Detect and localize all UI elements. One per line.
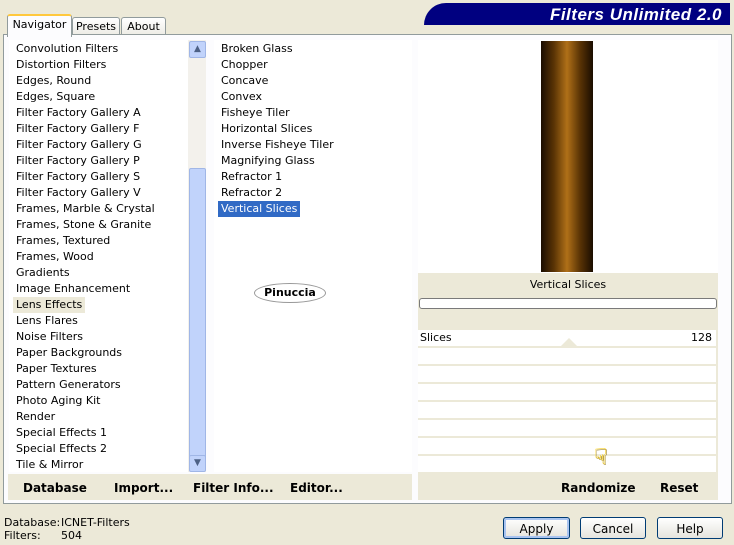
- preview-area: [418, 40, 718, 273]
- filter-item[interactable]: Chopper: [218, 57, 271, 73]
- param-row-empty: [418, 384, 716, 400]
- category-item[interactable]: Filter Factory Gallery F: [13, 121, 142, 137]
- param-label: Slices: [420, 331, 452, 344]
- filter-info-button[interactable]: Filter Info...: [193, 481, 274, 495]
- filter-item[interactable]: Concave: [218, 73, 271, 89]
- status-database-label: Database:: [4, 516, 61, 529]
- category-item[interactable]: Frames, Marble & Crystal: [13, 201, 158, 217]
- param-value: 128: [691, 331, 712, 344]
- filter-item[interactable]: Inverse Fisheye Tiler: [218, 137, 337, 153]
- category-item[interactable]: Special Effects 1: [13, 425, 110, 441]
- category-scrollbar[interactable]: ▲ ▼: [188, 40, 206, 472]
- filter-item[interactable]: Fisheye Tiler: [218, 105, 293, 121]
- filter-item[interactable]: Vertical Slices: [218, 201, 301, 217]
- scroll-up-icon[interactable]: ▲: [189, 41, 206, 58]
- category-item[interactable]: Lens Flares: [13, 313, 81, 329]
- preview-filter-name: Vertical Slices: [529, 278, 607, 291]
- param-row-empty: [418, 420, 716, 436]
- help-button[interactable]: Help: [657, 517, 723, 539]
- status-filters-label: Filters:: [4, 529, 41, 542]
- category-item[interactable]: Photo Aging Kit: [13, 393, 103, 409]
- status-database-value: ICNET-Filters: [61, 516, 130, 529]
- category-item[interactable]: Pattern Generators: [13, 377, 124, 393]
- param-row-empty: [418, 348, 716, 364]
- category-item[interactable]: Edges, Square: [13, 89, 98, 105]
- category-item[interactable]: Convolution Filters: [13, 41, 121, 57]
- apply-button[interactable]: Apply: [503, 517, 570, 539]
- progress-bar: [419, 298, 717, 309]
- filter-item[interactable]: Refractor 1: [218, 169, 285, 185]
- reset-button[interactable]: Reset: [660, 481, 698, 495]
- category-item[interactable]: Paper Backgrounds: [13, 345, 125, 361]
- app-title-banner: Filters Unlimited 2.0: [424, 3, 730, 25]
- cancel-button[interactable]: Cancel: [580, 517, 646, 539]
- category-item[interactable]: Filter Factory Gallery S: [13, 169, 143, 185]
- category-item[interactable]: Lens Effects: [13, 297, 86, 313]
- category-item[interactable]: Filter Factory Gallery V: [13, 185, 144, 201]
- category-list[interactable]: Convolution Filters Distortion Filters Edg…: [9, 40, 188, 472]
- watermark-logo: Pinuccia: [254, 283, 326, 303]
- category-item[interactable]: Edges, Round: [13, 73, 94, 89]
- param-row-empty: [418, 456, 716, 472]
- category-item[interactable]: Render: [13, 409, 58, 425]
- editor-button[interactable]: Editor...: [290, 481, 343, 495]
- randomize-button[interactable]: Randomize: [561, 481, 635, 495]
- category-item[interactable]: Noise Filters: [13, 329, 86, 345]
- database-button[interactable]: Database: [23, 481, 87, 495]
- filter-item[interactable]: Horizontal Slices: [218, 121, 315, 137]
- preview-image: [541, 41, 593, 272]
- category-item[interactable]: Paper Textures: [13, 361, 100, 377]
- tab-navigator[interactable]: Navigator: [7, 14, 72, 37]
- category-item[interactable]: Frames, Wood: [13, 249, 97, 265]
- import-button[interactable]: Import...: [114, 481, 173, 495]
- pointing-hand-icon: ☟: [594, 445, 608, 470]
- category-item[interactable]: Filter Factory Gallery G: [13, 137, 145, 153]
- category-item[interactable]: Gradients: [13, 265, 73, 281]
- param-row-slices[interactable]: Slices 128: [418, 330, 716, 346]
- param-row-empty: [418, 438, 716, 454]
- category-item[interactable]: Frames, Textured: [13, 233, 113, 249]
- preview-panel: Vertical Slices Slices 128 ☟ Randomize R…: [418, 40, 718, 500]
- filter-item[interactable]: Magnifying Glass: [218, 153, 318, 169]
- tab-presets[interactable]: Presets: [72, 17, 120, 35]
- scroll-thumb[interactable]: [189, 168, 206, 458]
- category-item[interactable]: Image Enhancement: [13, 281, 133, 297]
- filter-list[interactable]: Pinuccia Broken Glass Chopper Concave Conve…: [214, 40, 412, 472]
- category-item[interactable]: Filter Factory Gallery A: [13, 105, 144, 121]
- category-item[interactable]: Distortion Filters: [13, 57, 109, 73]
- tab-about[interactable]: About: [121, 17, 166, 35]
- scroll-down-icon[interactable]: ▼: [189, 455, 206, 472]
- category-item[interactable]: Tile & Mirror: [13, 457, 86, 472]
- filter-item[interactable]: Broken Glass: [218, 41, 296, 57]
- category-item[interactable]: Special Effects 2: [13, 441, 110, 457]
- status-filters-value: 504: [61, 529, 82, 542]
- param-row-empty: [418, 366, 716, 382]
- filter-item[interactable]: Refractor 2: [218, 185, 285, 201]
- slider-thumb-icon[interactable]: [561, 338, 577, 346]
- category-item[interactable]: Filter Factory Gallery P: [13, 153, 143, 169]
- param-row-empty: [418, 402, 716, 418]
- parameter-list: Slices 128: [418, 330, 718, 472]
- right-button-bar: Randomize Reset: [418, 474, 718, 500]
- left-button-bar: Database Import... Filter Info... Editor…: [8, 474, 412, 500]
- category-item[interactable]: Frames, Stone & Granite: [13, 217, 154, 233]
- filter-item[interactable]: Convex: [218, 89, 265, 105]
